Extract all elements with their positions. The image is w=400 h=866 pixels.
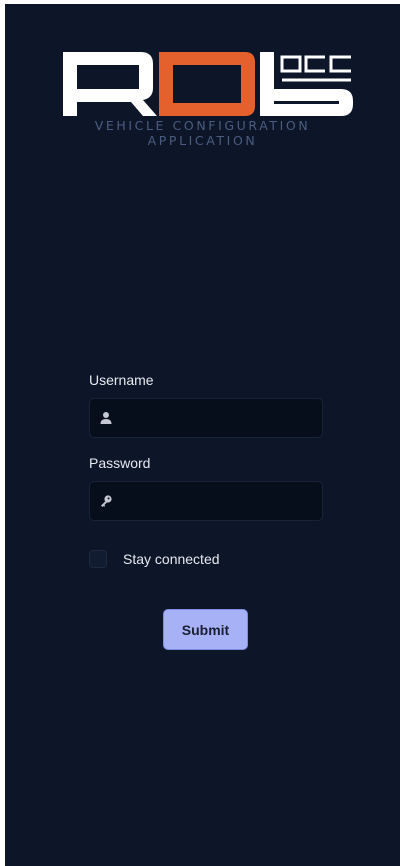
username-field-wrapper (89, 398, 323, 438)
password-field-wrapper (89, 481, 323, 521)
logo-letter-r (63, 52, 157, 116)
stay-connected-checkbox[interactable] (89, 550, 107, 568)
username-input[interactable] (120, 399, 316, 437)
login-screen: VEHICLE CONFIGURATION APPLICATION Userna… (5, 4, 400, 866)
logo-occ (280, 55, 351, 82)
password-label: Password (89, 455, 151, 471)
login-form: Username Password (89, 372, 323, 538)
brand-logo (63, 52, 353, 116)
key-icon (101, 495, 112, 507)
app-subtitle: VEHICLE CONFIGURATION APPLICATION (5, 118, 400, 148)
password-input[interactable] (120, 482, 316, 520)
subtitle-line-1: VEHICLE CONFIGURATION (94, 118, 311, 133)
user-icon (100, 412, 112, 424)
subtitle-line-2: APPLICATION (147, 133, 258, 148)
submit-button[interactable]: Submit (163, 609, 248, 650)
stay-connected-row[interactable]: Stay connected (89, 549, 220, 569)
logo-letter-o (159, 52, 255, 116)
stay-connected-label: Stay connected (123, 551, 220, 567)
username-label: Username (89, 372, 154, 388)
